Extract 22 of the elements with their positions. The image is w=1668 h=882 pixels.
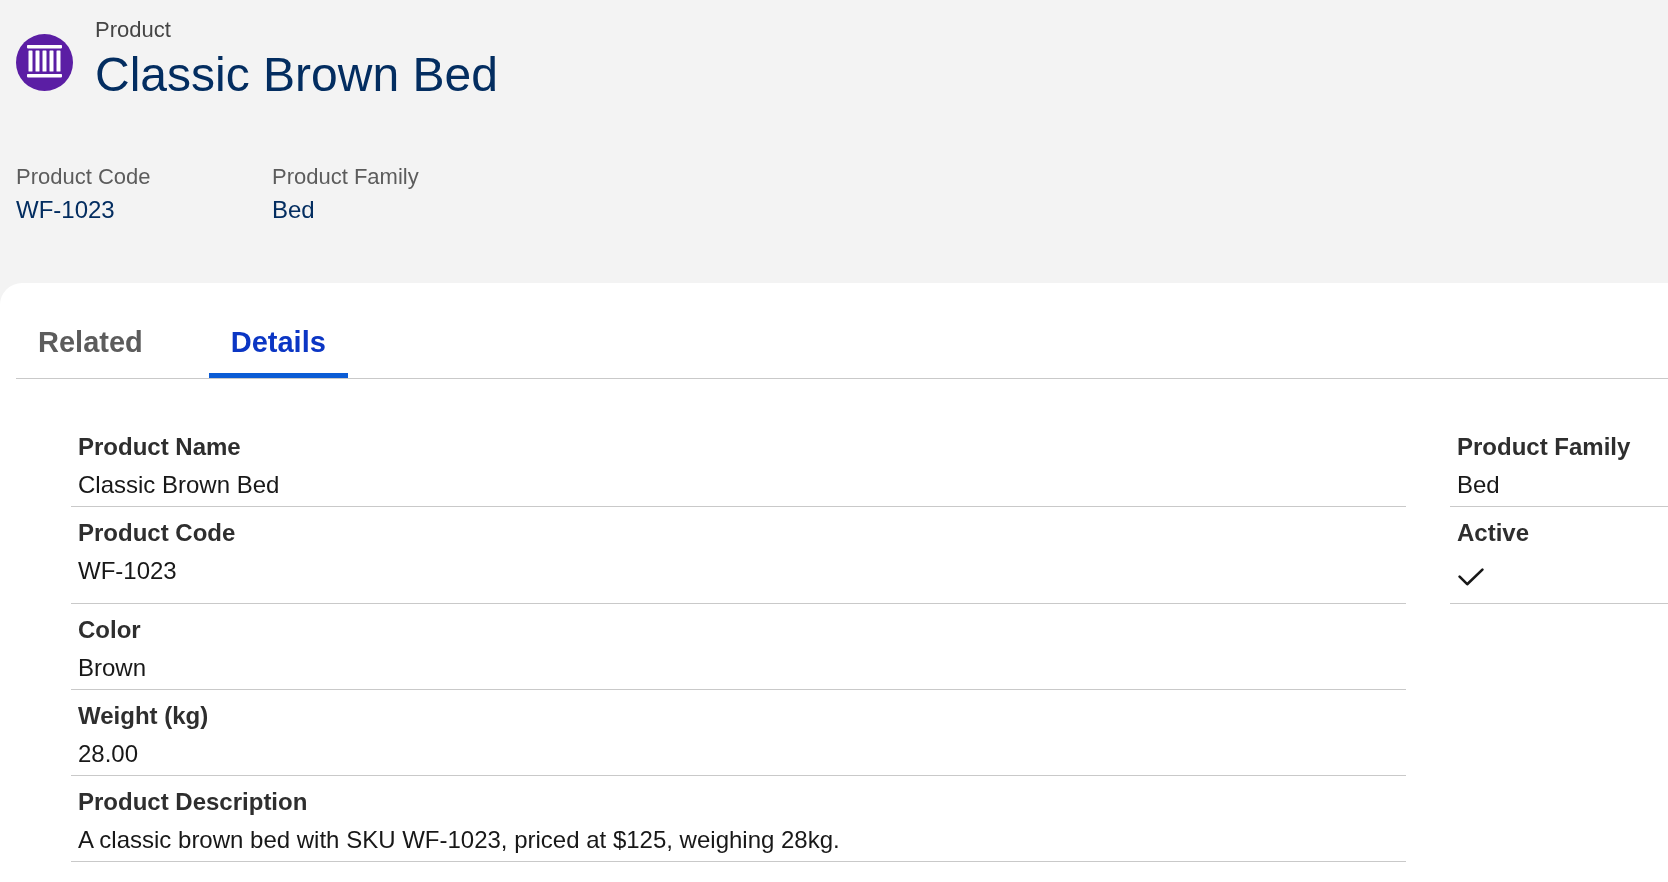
field-value: Bed — [1457, 470, 1501, 500]
field-value: Classic Brown Bed — [78, 470, 281, 500]
crate-icon — [16, 34, 73, 91]
field-label: Product Description — [78, 788, 309, 816]
tab[interactable]: Details — [208, 311, 348, 378]
field-value: A classic brown bed with SKU WF-1023, priced at $125, weighing 28kg. — [78, 825, 841, 855]
field-label: Product Family — [1457, 433, 1632, 461]
field-value: 28.00 — [78, 739, 140, 769]
field-label: Product Family — [272, 164, 420, 190]
field-value: WF-1023 — [16, 195, 116, 225]
field-label: Product Name — [78, 433, 242, 461]
field-label: Weight (kg) — [78, 702, 210, 730]
field-label: Active — [1457, 519, 1531, 547]
record-title: Classic Brown Bed — [95, 47, 498, 103]
field-value: WF-1023 — [78, 556, 178, 586]
field-value: Bed — [272, 195, 316, 225]
field-label: Color — [78, 616, 142, 644]
field-value: Brown — [78, 653, 148, 683]
field-label: Product Code — [78, 519, 237, 547]
tab[interactable]: Related — [16, 311, 165, 378]
record-type-label: Product — [95, 17, 172, 43]
field-label: Product Code — [16, 164, 152, 190]
